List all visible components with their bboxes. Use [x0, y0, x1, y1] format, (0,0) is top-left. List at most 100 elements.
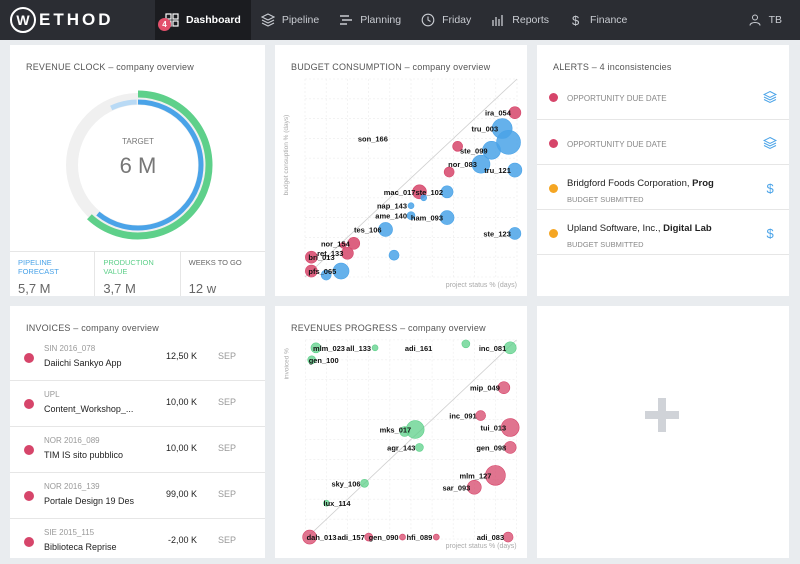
widget-title: ALERTS – 4 inconsistencies: [553, 62, 672, 72]
invoice-code: NOR 2016_089: [44, 436, 100, 445]
alert-item[interactable]: OPPORTUNITY DUE DATE: [537, 120, 789, 165]
point-label: sar_093: [442, 483, 470, 492]
layers-icon[interactable]: [763, 136, 777, 150]
point-label: tru_121: [484, 166, 511, 175]
point-label: ste_102: [416, 188, 444, 197]
point-label: ame_140: [375, 212, 407, 221]
scatter-point[interactable]: [371, 344, 379, 352]
point-label: mip_049: [470, 384, 500, 393]
scatter-point[interactable]: [360, 479, 369, 488]
point-label: son_166: [358, 134, 388, 143]
pipeline-layers-icon: [260, 13, 275, 27]
plot-area: ira_054 tru_003 son_166 ste_099 nor_083 tru_1…: [304, 78, 523, 281]
nav-item-pipeline[interactable]: Pipeline: [251, 0, 329, 40]
point-label: nor_083: [448, 160, 477, 169]
point-label: mac_017: [384, 188, 416, 197]
invoice-row[interactable]: NOR 2016_139 Portale Design 19 Des 99,00…: [10, 473, 265, 519]
dollar-icon[interactable]: $: [763, 226, 777, 240]
x-axis-label: project status % (days): [446, 543, 517, 550]
dollar-icon[interactable]: $: [763, 181, 777, 195]
nav-item-finance[interactable]: $ Finance: [559, 0, 637, 40]
alert-subtitle: BUDGET SUBMITTED: [567, 195, 644, 204]
invoice-code: UPL: [44, 390, 60, 399]
stat-production-value[interactable]: PRODUCTION VALUE 3,7 M: [95, 252, 181, 296]
revenues-scatter-chart: invoiced % project status % (days) mlm_0…: [283, 339, 520, 550]
svg-text:$: $: [572, 13, 580, 27]
scatter-point[interactable]: [433, 533, 440, 541]
stat-label: PRODUCTION VALUE: [103, 258, 154, 276]
scatter-point[interactable]: [388, 249, 400, 261]
invoice-month: SEP: [218, 351, 237, 361]
point-label: bri_013: [308, 253, 334, 262]
scatter-point[interactable]: [461, 339, 471, 349]
alert-main-text: Upland Software, Inc., Digital Lab: [567, 223, 742, 234]
wethod-logo[interactable]: W ETHOD: [10, 6, 114, 34]
dollar-icon: $: [572, 13, 580, 27]
alert-project: Digital Lab: [663, 223, 712, 234]
invoice-row[interactable]: UPL Content_Workshop_... 10,00 K SEP: [10, 381, 265, 427]
x-axis-label: project status % (days): [446, 282, 517, 289]
point-label: tui_013: [480, 424, 506, 433]
invoice-code: SIE 2015_115: [44, 528, 95, 537]
invoice-row[interactable]: NOR 2016_089 TIM IS sito pubblico 10,00 …: [10, 427, 265, 473]
invoice-amount: -2,00 K: [167, 535, 197, 545]
point-label: adi_083: [477, 533, 504, 542]
point-label: ham_093: [411, 214, 443, 223]
logo-w-mark: W: [10, 7, 36, 33]
add-widget-panel[interactable]: [537, 306, 789, 558]
invoice-status-dot: [24, 537, 34, 547]
stat-weeks-to-go[interactable]: WEEKS TO GO 12 w: [181, 252, 265, 296]
revenue-stats: PIPELINE FORECAST 5,7 M PRODUCTION VALUE…: [10, 251, 265, 296]
point-label: nap_143: [377, 202, 407, 211]
user-menu[interactable]: TB: [749, 0, 782, 40]
nav-item-planning[interactable]: Planning: [329, 0, 411, 40]
invoice-status-dot: [24, 399, 34, 409]
point-label: adi_161: [405, 344, 432, 353]
scatter-point[interactable]: [415, 443, 424, 452]
nav-item-dashboard[interactable]: 4 Dashboard: [155, 0, 251, 40]
budget-consumption-widget: BUDGET CONSUMPTION – company overview bu…: [275, 45, 527, 296]
invoice-row[interactable]: SIE 2015_115 Biblioteca Reprise -2,00 K …: [10, 519, 265, 558]
scatter-point[interactable]: [407, 202, 415, 210]
nav-label-planning: Planning: [360, 14, 402, 26]
point-label: adi_157: [337, 533, 364, 542]
stat-pipeline-forecast[interactable]: PIPELINE FORECAST 5,7 M: [10, 252, 96, 296]
alert-item[interactable]: Upland Software, Inc., Digital Lab BUDGE…: [537, 210, 789, 255]
plus-icon[interactable]: [645, 398, 679, 432]
point-label: gen_090: [369, 533, 399, 542]
scatter-point[interactable]: [399, 533, 406, 541]
invoice-row[interactable]: SIN 2016_078 Daiichi Sankyo App 12,50 K …: [10, 335, 265, 381]
point-label: tes_106: [354, 225, 382, 234]
target-value: 6 M: [120, 153, 157, 178]
nav-item-reports[interactable]: Reports: [481, 0, 559, 40]
alert-project: Prog: [692, 178, 714, 189]
alert-item[interactable]: OPPORTUNITY DUE DATE: [537, 75, 789, 120]
nav-item-friday[interactable]: Friday: [411, 0, 481, 40]
nav-label-friday: Friday: [442, 14, 472, 26]
point-label: ira_054: [485, 109, 512, 118]
alert-title: OPPORTUNITY DUE DATE: [567, 94, 667, 103]
planning-bars-icon: [340, 15, 353, 25]
revenues-progress-widget: REVENUES PROGRESS – company overview inv…: [275, 306, 527, 558]
layers-icon[interactable]: [763, 90, 777, 104]
scatter-point[interactable]: [475, 410, 486, 421]
scatter-point[interactable]: [502, 531, 514, 543]
alert-item[interactable]: Bridgford Foods Corporation, Prog BUDGET…: [537, 165, 789, 210]
nav-label-dashboard: Dashboard: [186, 14, 241, 26]
nav-label-pipeline: Pipeline: [281, 14, 320, 26]
stat-value: 12 w: [188, 281, 217, 296]
widget-title: REVENUE CLOCK – company overview: [26, 62, 194, 72]
point-label: ste_099: [460, 146, 488, 155]
alert-title: OPPORTUNITY DUE DATE: [567, 140, 667, 149]
point-label: dah_013: [307, 533, 337, 542]
point-label: hfi_089: [407, 533, 433, 542]
invoice-status-dot: [24, 353, 34, 363]
notification-badge: 4: [158, 18, 171, 31]
alert-status-dot: [549, 229, 558, 238]
scatter-point[interactable]: [496, 130, 521, 155]
invoice-code: NOR 2016_139: [44, 482, 100, 491]
point-label: inc_091: [449, 412, 476, 421]
svg-text:$: $: [767, 226, 775, 240]
invoice-code: SIN 2016_078: [44, 344, 96, 353]
point-label: lux_114: [324, 499, 352, 508]
